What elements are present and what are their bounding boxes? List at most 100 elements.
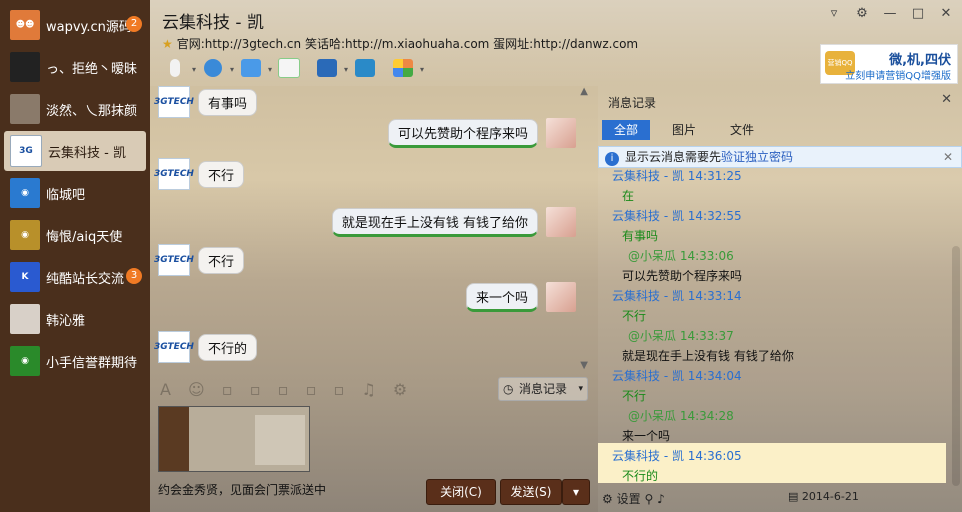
settings-link[interactable]: ⚙ 设置 ⚲ ♪ — [602, 490, 665, 507]
avatar — [10, 304, 40, 334]
apps-button[interactable]: ▾ — [388, 56, 424, 80]
star-icon: ★ — [162, 37, 173, 51]
chat-add-icon — [278, 58, 300, 78]
sidebar-item-label: 悔恨/aiq天使 — [46, 229, 123, 245]
avatar: 3GTECH — [154, 158, 194, 190]
group-icon: ◉ — [10, 346, 40, 376]
history-row: 有事吗 — [622, 229, 659, 243]
date-picker[interactable]: ▤ 2014-6-21 — [788, 490, 859, 503]
history-list: 云集科技 - 凯 14:31:25 在云集科技 - 凯 14:32:55 有事吗 @小… — [598, 166, 948, 486]
group-icon: K — [10, 262, 40, 292]
send-options-button[interactable]: ▾ — [562, 479, 590, 505]
sidebar-item-5[interactable]: ◉ 悔恨/aiq天使 — [4, 215, 146, 255]
camera-icon — [204, 59, 222, 77]
avatar: 3GTECH — [154, 244, 194, 276]
scroll-up-icon[interactable]: ▲ — [580, 86, 588, 97]
remote-desktop-button[interactable]: ▾ — [312, 56, 348, 80]
sidebar-item-label: 临城吧 — [46, 187, 86, 203]
history-row: 云集科技 - 凯 14:33:14 — [612, 289, 742, 303]
sidebar-item-3[interactable]: 3G 云集科技 - 凯 — [4, 131, 146, 171]
scroll-down-icon[interactable]: ▼ — [580, 360, 588, 371]
history-tabs: 全部 图片 文件 — [602, 120, 776, 140]
history-row: @小呆瓜 14:34:28 — [628, 409, 734, 423]
sidebar-item-6[interactable]: K 纯酷站长交流 3 — [4, 257, 146, 297]
sidebar-item-0[interactable]: ☻☻ wapvy.cn源码 2 — [4, 5, 146, 45]
tab-all[interactable]: 全部 — [602, 120, 650, 140]
close-button[interactable]: 关闭(C) — [426, 479, 496, 505]
calendar-icon: ▤ — [788, 490, 799, 503]
settings-icon[interactable]: ⚙ — [854, 6, 870, 21]
avatar — [546, 118, 576, 148]
search-icon[interactable]: ⚲ — [644, 492, 653, 506]
avatar: 3G — [10, 135, 42, 167]
tab-images[interactable]: 图片 — [660, 120, 708, 140]
sidebar-item-1[interactable]: っ、拒绝丶暧昧 — [4, 47, 146, 87]
sidebar-item-label: 小手信誉群期待 — [46, 355, 138, 371]
message-list: ▲ 3GTECH 有事吗 可以先赞助个程序来吗 3GTECH 不行 就是现在手上… — [150, 86, 596, 374]
close-icon[interactable]: ✕ — [941, 92, 952, 107]
sidebar-item-label: 淡然、乀那抹颜 — [46, 103, 138, 119]
sidebar-item-2[interactable]: 淡然、乀那抹颜 — [4, 89, 146, 129]
microphone-icon — [170, 59, 180, 77]
group-icon: ◉ — [10, 178, 40, 208]
screen-share-icon — [355, 59, 375, 77]
share-screen-button[interactable] — [350, 56, 380, 80]
chevron-down-icon: ▾ — [578, 384, 583, 394]
signature-text: 官网:http://3gtech.cn 笑话哈:http://m.xiaohua… — [176, 37, 639, 51]
group-icon: ◉ — [10, 220, 40, 250]
transfer-file-button[interactable]: ▾ — [236, 56, 272, 80]
ad-banner[interactable]: 营销QQ 微,机,四伏 立刻申请营销QQ增强版 — [820, 44, 958, 84]
close-icon[interactable]: ✕ — [943, 147, 953, 167]
video-call-button[interactable]: ▾ — [198, 56, 234, 80]
conversation-sidebar: ☻☻ wapvy.cn源码 2 っ、拒绝丶暧昧 淡然、乀那抹颜 3G 云集科技 … — [0, 0, 150, 512]
verify-password-link[interactable]: 验证独立密码 — [721, 150, 793, 164]
send-button[interactable]: 发送(S) — [500, 479, 562, 505]
history-row: @小呆瓜 14:33:37 — [628, 329, 734, 343]
history-row: 就是现在手上没有钱 有钱了给你 — [622, 349, 794, 363]
message-row: 3GTECH 不行的 — [154, 331, 258, 363]
signature-line: ★ 官网:http://3gtech.cn 笑话哈:http://m.xiaohu… — [162, 35, 638, 52]
skin-icon[interactable]: ▿ — [826, 6, 842, 21]
message-bubble: 不行的 — [198, 333, 258, 361]
format-icons[interactable]: A ☺ ▫ ▫ ▫ ▫ ▫ ♫ ⚙ — [160, 380, 413, 399]
history-row: 在 — [622, 189, 635, 203]
settings-label: 设置 — [616, 492, 641, 506]
history-row: 云集科技 - 凯 14:36:05 — [612, 449, 742, 463]
voice-call-button[interactable]: ▾ — [160, 56, 196, 80]
message-row: 3GTECH 不行 — [154, 244, 245, 276]
history-panel: 消息记录 ✕ 全部 图片 文件 i 显示云消息需要先验证独立密码 ✕ 云集科技 -… — [598, 86, 962, 512]
avatar: 3GTECH — [154, 331, 194, 363]
avatar — [10, 52, 40, 82]
history-button[interactable]: ◷ 消息记录 ▾ — [497, 377, 588, 401]
message-input[interactable]: 约会金秀贤，见面会门票派送中 — [158, 481, 326, 498]
history-row: 云集科技 - 凯 14:34:04 — [612, 369, 742, 383]
sidebar-item-label: っ、拒绝丶暧昧 — [46, 61, 138, 77]
title-bar: 云集科技 - 凯 ★ 官网:http://3gtech.cn 笑话哈:http:/… — [150, 0, 962, 86]
minimize-button[interactable]: — — [882, 6, 898, 21]
speaker-icon[interactable]: ♪ — [657, 492, 665, 506]
close-icon[interactable]: ✕ — [938, 6, 954, 21]
sidebar-item-7[interactable]: 韩沁雅 — [4, 299, 146, 339]
unread-badge: 3 — [126, 268, 142, 284]
tab-files[interactable]: 文件 — [718, 120, 766, 140]
gear-icon: ⚙ — [602, 492, 613, 506]
pasted-screenshot-image[interactable] — [158, 406, 310, 472]
maximize-button[interactable]: □ — [910, 6, 926, 21]
history-title: 消息记录 — [608, 96, 657, 110]
message-row: 来一个吗 — [465, 282, 576, 312]
window-controls: ▿ ⚙ — □ ✕ — [826, 6, 954, 21]
history-row: @小呆瓜 14:33:06 — [628, 249, 734, 263]
sidebar-item-label: 云集科技 - 凯 — [48, 145, 126, 161]
message-row: 3GTECH 有事吗 — [154, 86, 258, 118]
sidebar-item-8[interactable]: ◉ 小手信誉群期待 — [4, 341, 146, 381]
message-bubble: 来一个吗 — [465, 282, 538, 312]
history-row: 来一个吗 — [622, 429, 671, 443]
people-icon: ☻☻ — [10, 10, 40, 40]
history-footer: ⚙ 设置 ⚲ ♪ ▤ 2014-6-21 — [598, 486, 960, 510]
scrollbar[interactable] — [952, 246, 960, 486]
sidebar-item-4[interactable]: ◉ 临城吧 — [4, 173, 146, 213]
message-bubble: 不行 — [198, 246, 245, 274]
new-discussion-button[interactable] — [274, 56, 304, 80]
chat-title: 云集科技 - 凯 — [162, 13, 264, 33]
monitor-icon — [317, 59, 337, 77]
